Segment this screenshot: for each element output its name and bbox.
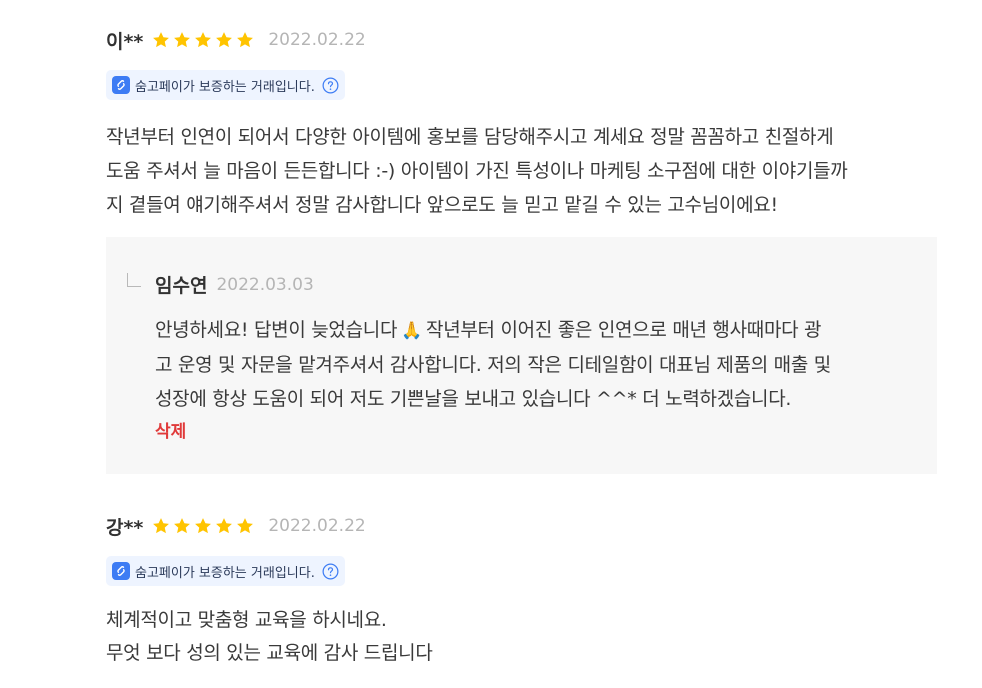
reply-box: 임수연 2022.03.03 안녕하세요! 답변이 늦었습니다 🙏 작년부터 이어진… xyxy=(106,237,937,474)
star-rating xyxy=(151,30,256,50)
payment-guarantee-badge: 숨고페이가 보증하는 거래입니다. xyxy=(106,556,345,586)
review-item: 강** 2022.02.22 숨고페이가 보증하는 거래입니다. 체계적이고 맞… xyxy=(106,512,938,670)
star-icon xyxy=(195,518,212,534)
star-icon xyxy=(153,518,170,534)
review-text-line: 무엇 보다 성의 있는 교육에 감사 드립니다 xyxy=(106,642,433,664)
review-text: 체계적이고 맞춤형 교육을 하시네요. 무엇 보다 성의 있는 교육에 감사 드… xyxy=(106,604,938,670)
review-header: 강** 2022.02.22 xyxy=(106,512,938,540)
review-text-line: 도움 주셔서 늘 마음이 든든합니다 :-) 아이템이 가진 특성이나 마케팅 … xyxy=(106,160,848,182)
reply-arrow-icon xyxy=(127,273,141,287)
pray-emoji: 🙏 xyxy=(401,321,423,341)
star-icon xyxy=(195,32,212,48)
star-icon xyxy=(174,32,191,48)
review-text: 작년부터 인연이 되어서 다양한 아이템에 홍보를 담당해주시고 계세요 정말 … xyxy=(106,120,938,222)
review-text-line: 작년부터 인연이 되어서 다양한 아이템에 홍보를 담당해주시고 계세요 정말 … xyxy=(106,126,834,148)
review-author: 이** xyxy=(106,30,144,53)
review-date: 2022.02.22 xyxy=(268,30,366,50)
star-icon xyxy=(237,32,254,48)
reply-date: 2022.03.03 xyxy=(216,274,314,295)
reply-text-line: 성장에 항상 도움이 되어 저도 기쁜날을 보내고 있습니다 ^^* 더 노력하… xyxy=(155,388,792,410)
reply-text: 안녕하세요! 답변이 늦었습니다 🙏 작년부터 이어진 좋은 인연으로 매년 행사때… xyxy=(155,313,925,416)
review-date: 2022.02.22 xyxy=(268,516,366,536)
star-icon xyxy=(153,32,170,48)
soomgo-pay-icon xyxy=(112,76,130,94)
reply-text-segment: 작년부터 이어진 좋은 인연으로 매년 행사때마다 광 xyxy=(426,319,822,341)
review-header: 이** 2022.02.22 xyxy=(106,26,938,54)
reply-text-segment: 안녕하세요! 답변이 늦었습니다 xyxy=(155,319,398,341)
reply-author: 임수연 xyxy=(155,275,208,297)
badge-label: 숨고페이가 보증하는 거래입니다. xyxy=(135,565,315,581)
reply-text-line: 안녕하세요! 답변이 늦었습니다 🙏 작년부터 이어진 좋은 인연으로 매년 행사때… xyxy=(155,313,925,348)
review-author: 강** xyxy=(106,516,144,539)
payment-guarantee-badge: 숨고페이가 보증하는 거래입니다. xyxy=(106,70,345,100)
help-icon[interactable] xyxy=(322,77,339,94)
delete-reply-button[interactable]: 삭제 xyxy=(155,417,186,442)
star-icon xyxy=(216,518,233,534)
review-item: 이** 2022.02.22 숨고페이가 보증하는 거래입니다. 작년부터 인연… xyxy=(106,26,938,222)
review-text-line: 지 곁들여 얘기해주셔서 정말 감사합니다 앞으로도 늘 믿고 맡길 수 있는 … xyxy=(106,194,778,216)
star-icon xyxy=(174,518,191,534)
review-text-line: 체계적이고 맞춤형 교육을 하시네요. xyxy=(106,609,387,631)
soomgo-pay-icon xyxy=(112,562,130,580)
star-icon xyxy=(237,518,254,534)
star-rating xyxy=(151,516,256,536)
reply-text-line: 고 운영 및 자문을 맡겨주셔서 감사합니다. 저의 작은 디테일함이 대표님 … xyxy=(155,354,831,376)
badge-label: 숨고페이가 보증하는 거래입니다. xyxy=(135,79,315,95)
star-icon xyxy=(216,32,233,48)
help-icon[interactable] xyxy=(322,563,339,580)
reply-header: 임수연 2022.03.03 xyxy=(155,271,314,298)
